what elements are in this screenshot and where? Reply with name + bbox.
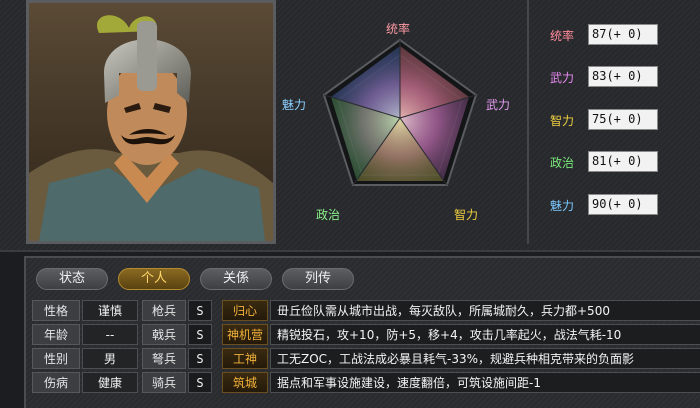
troop-aptitude: S [188,372,212,393]
stat-row-charisma: 魅力 90(+ 0) [540,194,690,216]
tab-biography[interactable]: 列传 [282,268,354,290]
stat-value: 90(+ 0) [588,194,658,215]
tab-status[interactable]: 状态 [36,268,108,290]
stat-value: 83(+ 0) [588,66,658,87]
troop-aptitude: S [188,348,212,369]
trait-label: 伤病 [32,372,80,393]
stat-row-politics: 政治 81(+ 0) [540,151,690,173]
officer-overview-panel: 统率 武力 智力 政治 魅力 统率 87(+ 0) 武力 83(+ 0) 智力 … [0,0,700,252]
trait-label: 年龄 [32,324,80,345]
skill-name[interactable]: 归心 [222,300,268,321]
stat-value: 81(+ 0) [588,151,658,172]
stat-name: 政治 [550,156,575,170]
troop-type-label: 弩兵 [142,348,186,369]
stat-name: 统率 [550,29,575,43]
tab-personal[interactable]: 个人 [118,268,190,290]
stat-value: 87(+ 0) [588,24,658,45]
skill-description: 毌丘俭队需从城市出战，每灭敌队，所属城耐久，兵力都+500 [270,300,700,321]
troop-aptitude: S [188,300,212,321]
trait-label: 性格 [32,300,80,321]
attribute-radar-chart: 统率 武力 智力 政治 魅力 [282,0,522,244]
troop-type-label: 戟兵 [142,324,186,345]
skill-description: 据点和军事设施建设，速度翻倍，可筑设施间距-1 [270,372,700,393]
stat-row-intelligence: 智力 75(+ 0) [540,109,690,131]
stat-name: 智力 [550,114,575,128]
skill-name[interactable]: 筑城 [222,372,268,393]
stat-name: 魅力 [550,199,575,213]
troop-type-label: 枪兵 [142,300,186,321]
stat-value: 75(+ 0) [588,109,658,130]
skill-name[interactable]: 神机营 [222,324,268,345]
radar-label-charisma: 魅力 [282,98,307,112]
stat-name: 武力 [550,71,575,85]
trait-label: 性别 [32,348,80,369]
radar-label-intelligence: 智力 [454,208,479,222]
radar-label-politics: 政治 [316,208,341,222]
trait-value: 健康 [82,372,138,393]
trait-value: 谨慎 [82,300,138,321]
radar-label-war: 武力 [486,98,511,112]
radar-label-leadership: 统率 [386,22,411,36]
troop-type-label: 骑兵 [142,372,186,393]
stat-row-leadership: 统率 87(+ 0) [540,24,690,46]
skill-description: 工无ZOC，工战法成必暴且耗气-33%，规避兵种相克带来的负面影 [270,348,700,369]
general-portrait-icon [29,3,273,241]
officer-portrait [26,0,276,244]
tab-relations[interactable]: 关係 [200,268,272,290]
officer-detail-panel: 状态 个人 关係 列传 性格 谨慎 枪兵 S 归心 毌丘俭队需从城市出战，每灭敌… [24,256,700,408]
troop-aptitude: S [188,324,212,345]
stat-row-war: 武力 83(+ 0) [540,66,690,88]
trait-value: 男 [82,348,138,369]
panel-divider [527,0,529,244]
trait-value: -- [82,324,138,345]
skill-description: 精锐投石，攻+10，防+5，移+4，攻击几率起火，战法气耗-10 [270,324,700,345]
skill-name[interactable]: 工神 [222,348,268,369]
